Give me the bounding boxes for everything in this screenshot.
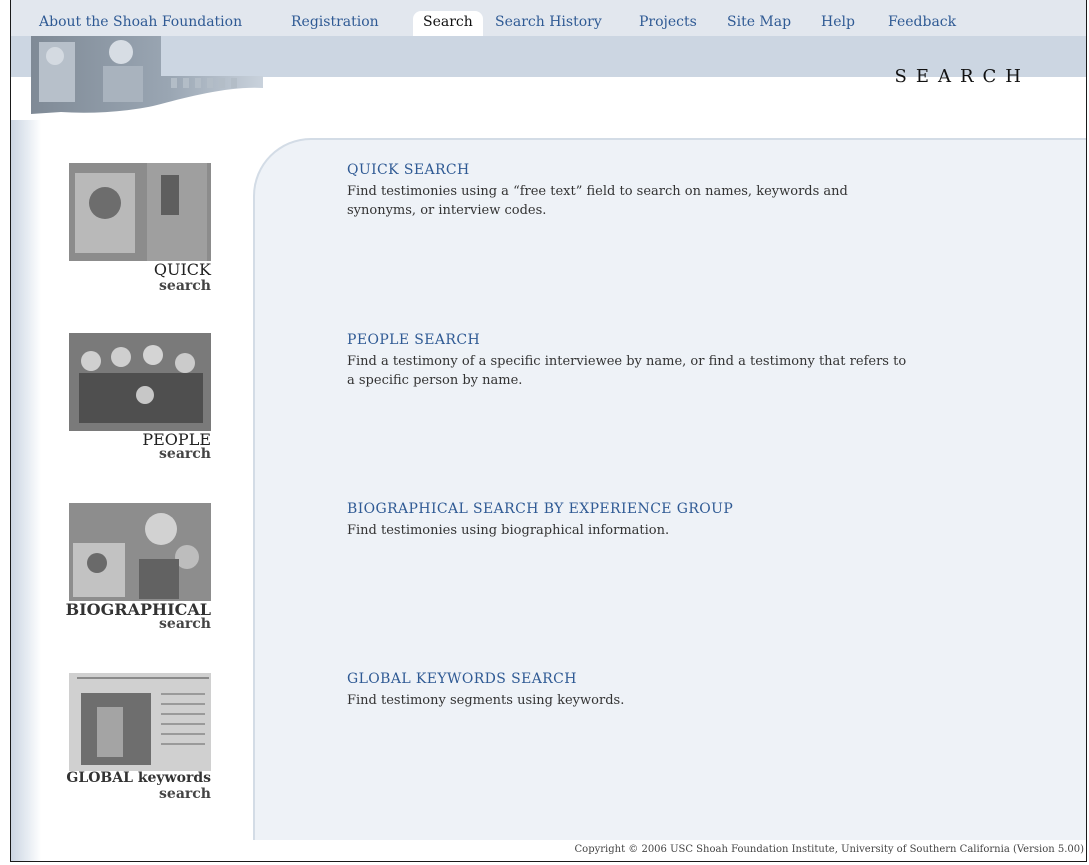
quick-search-thumb-sublabel: search <box>159 278 211 294</box>
biographical-search-link[interactable]: BIOGRAPHICAL SEARCH BY EXPERIENCE GROUP <box>347 501 1047 517</box>
people-search-thumb-sublabel: search <box>159 446 211 462</box>
people-search-photo <box>69 333 211 431</box>
global-keywords-search-thumb-label: GLOBAL keywords <box>66 770 211 786</box>
people-search-description: Find a testimony of a specific interview… <box>347 354 907 388</box>
quick-search-description: Find testimonies using a “free text” fie… <box>347 184 848 218</box>
biographical-search-description: Find testimonies using biographical info… <box>347 523 670 538</box>
people-search-thumbnail[interactable]: PEOPLE search <box>69 333 217 463</box>
people-search-section: PEOPLE SEARCH Find a testimony of a spec… <box>347 332 1047 390</box>
global-keywords-search-section: GLOBAL KEYWORDS SEARCH Find testimony se… <box>347 671 1047 710</box>
nav-search-history[interactable]: Search History <box>495 14 602 30</box>
nav-registration[interactable]: Registration <box>291 14 379 30</box>
header-photo <box>31 36 263 122</box>
global-keywords-search-link[interactable]: GLOBAL KEYWORDS SEARCH <box>347 671 1047 687</box>
quick-search-link[interactable]: QUICK SEARCH <box>347 162 1047 178</box>
quick-search-photo <box>69 163 211 261</box>
top-nav: About the Shoah Foundation Registration … <box>11 0 1086 36</box>
quick-search-thumbnail[interactable]: QUICK search <box>69 163 217 294</box>
nav-feedback[interactable]: Feedback <box>888 14 956 30</box>
global-keywords-search-thumbnail[interactable]: GLOBAL keywords search <box>66 673 217 803</box>
quick-search-section: QUICK SEARCH Find testimonies using a “f… <box>347 162 1047 220</box>
global-keywords-search-thumb-sublabel: search <box>159 786 211 802</box>
nav-help[interactable]: Help <box>821 14 855 30</box>
left-rail: QUICK search PEOPLE search BIOGRAPHICAL … <box>11 120 263 861</box>
content-panel <box>253 138 1086 840</box>
people-search-link[interactable]: PEOPLE SEARCH <box>347 332 1047 348</box>
nav-projects[interactable]: Projects <box>639 14 697 30</box>
biographical-search-section: BIOGRAPHICAL SEARCH BY EXPERIENCE GROUP … <box>347 501 1047 540</box>
nav-search[interactable]: Search <box>413 11 483 36</box>
biographical-search-thumb-sublabel: search <box>159 616 211 632</box>
quick-search-thumb-label: QUICK <box>153 260 211 279</box>
nav-site-map[interactable]: Site Map <box>727 14 791 30</box>
global-keywords-search-description: Find testimony segments using keywords. <box>347 693 625 708</box>
copyright-footer: Copyright © 2006 USC Shoah Foundation In… <box>574 844 1084 855</box>
global-keywords-search-photo <box>69 673 211 771</box>
biographical-search-thumbnail[interactable]: BIOGRAPHICAL search <box>66 503 217 633</box>
biographical-search-photo <box>69 503 211 601</box>
nav-about[interactable]: About the Shoah Foundation <box>39 14 242 30</box>
page-frame: About the Shoah Foundation Registration … <box>10 0 1087 862</box>
page-title: SEARCH <box>894 66 1030 87</box>
